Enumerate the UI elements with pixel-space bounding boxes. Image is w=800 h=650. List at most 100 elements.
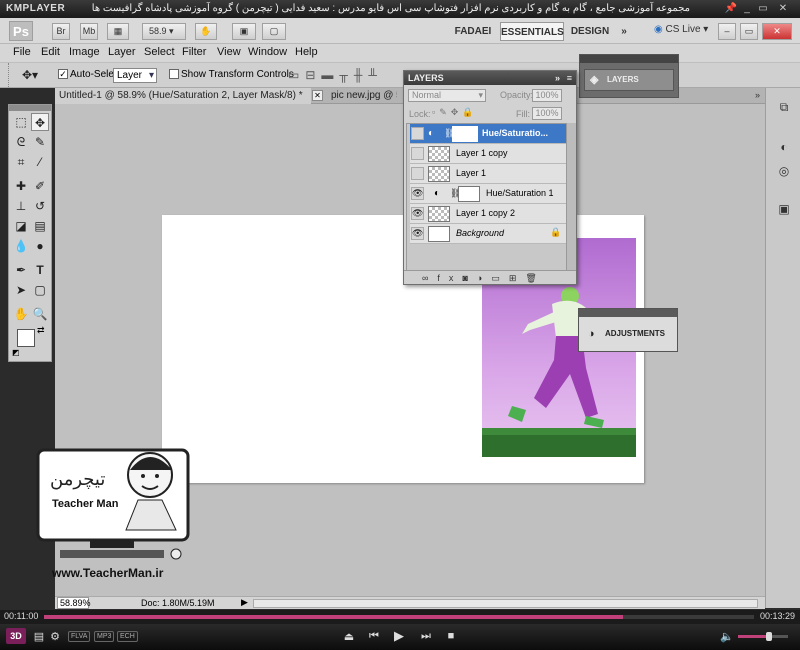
mini-bridge-button[interactable]: Mb: [80, 23, 98, 40]
3d-button[interactable]: 3D: [6, 628, 26, 644]
link-layers-icon[interactable]: ∞: [422, 273, 437, 283]
play-icon[interactable]: ▶: [392, 628, 406, 644]
hand-zoom-button[interactable]: ✋: [195, 23, 217, 40]
view-extras-button[interactable]: ▦: [107, 23, 129, 40]
add-mask-icon[interactable]: ◙: [462, 273, 476, 283]
fill-field[interactable]: 100%: [532, 107, 562, 120]
brush-tool-icon[interactable]: ✐: [31, 177, 49, 195]
align-buttons[interactable]: ▭⊟▬╥╫╨: [288, 68, 383, 82]
dodge-tool-icon[interactable]: ●: [31, 237, 49, 255]
layer-mask-thumbnail[interactable]: [458, 186, 480, 202]
volume-handle[interactable]: [766, 632, 772, 641]
ps-close-button[interactable]: ✕: [762, 23, 792, 40]
marquee-tool-icon[interactable]: ⬚: [12, 113, 30, 131]
pen-tool-icon[interactable]: ✒: [12, 261, 30, 279]
panel-menu-icon[interactable]: ≡: [567, 71, 572, 85]
shape-tool-icon[interactable]: ▢: [31, 281, 49, 299]
menu-help[interactable]: Help: [295, 46, 318, 58]
adjustments-panel-icon[interactable]: ◎: [775, 162, 793, 180]
new-layer-icon[interactable]: ⊞: [509, 273, 526, 283]
previous-icon[interactable]: ⏮: [367, 630, 381, 643]
next-icon[interactable]: ⏭: [419, 630, 433, 643]
layer-row[interactable]: Layer 1: [410, 164, 573, 184]
visibility-toggle[interactable]: 👁: [411, 187, 424, 200]
blur-tool-icon[interactable]: 💧: [12, 237, 30, 255]
minimize-button[interactable]: _: [740, 2, 754, 15]
ps-restore-button[interactable]: ▭: [740, 23, 758, 40]
adjustments-group-header[interactable]: [579, 309, 677, 317]
layer-row[interactable]: Layer 1 copy: [410, 144, 573, 164]
lasso-tool-icon[interactable]: ᘓ: [12, 133, 30, 151]
workspace-essentials[interactable]: ESSENTIALS: [500, 22, 564, 41]
layers-scrollbar[interactable]: [566, 123, 576, 271]
close-button[interactable]: ✕: [776, 2, 790, 15]
crop-tool-icon[interactable]: ⌗: [12, 153, 30, 171]
layer-row[interactable]: 👁 ◐ ⛓ Hue/Saturation 1: [410, 184, 573, 204]
opacity-field[interactable]: 100%: [532, 89, 562, 102]
fx-icon[interactable]: fx: [437, 273, 462, 283]
gradient-tool-icon[interactable]: ▤: [31, 217, 49, 235]
history-brush-tool-icon[interactable]: ↺: [31, 197, 49, 215]
mini-bridge-panel-icon[interactable]: ▣: [775, 200, 793, 218]
color-panel-icon[interactable]: ◐: [775, 138, 793, 156]
arrange-documents-button[interactable]: ▣: [232, 23, 256, 40]
eraser-tool-icon[interactable]: ◪: [12, 217, 30, 235]
layer-row[interactable]: 👁 Background 🔒: [410, 224, 573, 244]
horizontal-scrollbar[interactable]: [253, 599, 758, 608]
menu-file[interactable]: File: [13, 46, 31, 58]
eyedropper-tool-icon[interactable]: ⁄: [31, 153, 49, 171]
volume-slider[interactable]: [738, 632, 788, 641]
tab-pic-new[interactable]: pic new.jpg @ 58: [327, 88, 397, 104]
visibility-toggle[interactable]: 👁: [411, 207, 424, 220]
options-grip[interactable]: [8, 63, 12, 87]
workspace-fadaei[interactable]: FADAEI: [448, 22, 498, 41]
layer-row[interactable]: 👁 Layer 1 copy 2: [410, 204, 573, 224]
swap-colors-icon[interactable]: ⇄: [37, 325, 45, 336]
blend-mode-select[interactable]: Normal ▾: [408, 89, 486, 102]
layer-row[interactable]: ◐ ⛓ Hue/Saturatio...: [410, 124, 573, 144]
quick-select-tool-icon[interactable]: ✎: [31, 133, 49, 151]
lock-buttons[interactable]: ▫✎✥🔒: [432, 107, 477, 118]
zoom-field[interactable]: 58.89%: [57, 597, 91, 609]
seek-track[interactable]: [44, 615, 754, 619]
zoom-level-select[interactable]: 58.9 ▾: [142, 23, 186, 40]
history-panel-icon[interactable]: ⧉: [775, 98, 793, 116]
menu-image[interactable]: Image: [69, 46, 100, 58]
menu-layer[interactable]: Layer: [108, 46, 136, 58]
layers-panel-header[interactable]: LAYERS » ≡: [404, 71, 576, 85]
menu-view[interactable]: View: [217, 46, 241, 58]
cs-live-menu[interactable]: ◉ CS Live ▾: [654, 24, 708, 35]
status-menu-icon[interactable]: ▶: [241, 597, 248, 608]
screen-mode-button[interactable]: ▢: [262, 23, 286, 40]
move-tool-preset-icon[interactable]: ✥▾: [22, 68, 38, 82]
tools-panel-header[interactable]: [9, 105, 51, 111]
menu-window[interactable]: Window: [248, 46, 287, 58]
restore-button[interactable]: ▭: [756, 2, 770, 15]
visibility-toggle[interactable]: [411, 147, 424, 160]
pin-icon[interactable]: 📌: [724, 2, 738, 15]
visibility-toggle[interactable]: [411, 127, 424, 140]
collapsed-group-header[interactable]: [580, 55, 678, 63]
eject-icon[interactable]: ⏏: [342, 630, 356, 643]
auto-select-dropdown[interactable]: Layer ▾: [113, 68, 157, 83]
menu-edit[interactable]: Edit: [41, 46, 60, 58]
tabs-overflow-icon[interactable]: »: [755, 90, 760, 100]
settings-icon[interactable]: ⚙: [48, 630, 62, 643]
path-selection-tool-icon[interactable]: ➤: [12, 281, 30, 299]
visibility-toggle[interactable]: 👁: [411, 227, 424, 240]
auto-select-checkbox[interactable]: ✓: [58, 69, 68, 79]
ps-minimize-button[interactable]: –: [718, 23, 736, 40]
new-adjustment-icon[interactable]: ◑: [477, 273, 491, 283]
type-tool-icon[interactable]: T: [31, 261, 49, 279]
collapse-panel-icon[interactable]: »: [555, 71, 560, 85]
volume-icon[interactable]: 🔈: [720, 630, 734, 643]
hand-tool-icon[interactable]: ✋: [12, 305, 30, 323]
move-tool-icon[interactable]: ✥: [31, 113, 49, 131]
layer-mask-thumbnail[interactable]: [452, 126, 478, 142]
close-tab-icon[interactable]: ✕: [312, 90, 323, 101]
workspace-design[interactable]: DESIGN: [568, 22, 612, 41]
adjustments-panel-button[interactable]: ◑ ADJUSTMENTS: [583, 323, 673, 345]
transform-controls-checkbox[interactable]: [169, 69, 179, 79]
healing-brush-tool-icon[interactable]: ✚: [12, 177, 30, 195]
delete-layer-icon[interactable]: 🗑: [525, 273, 545, 283]
